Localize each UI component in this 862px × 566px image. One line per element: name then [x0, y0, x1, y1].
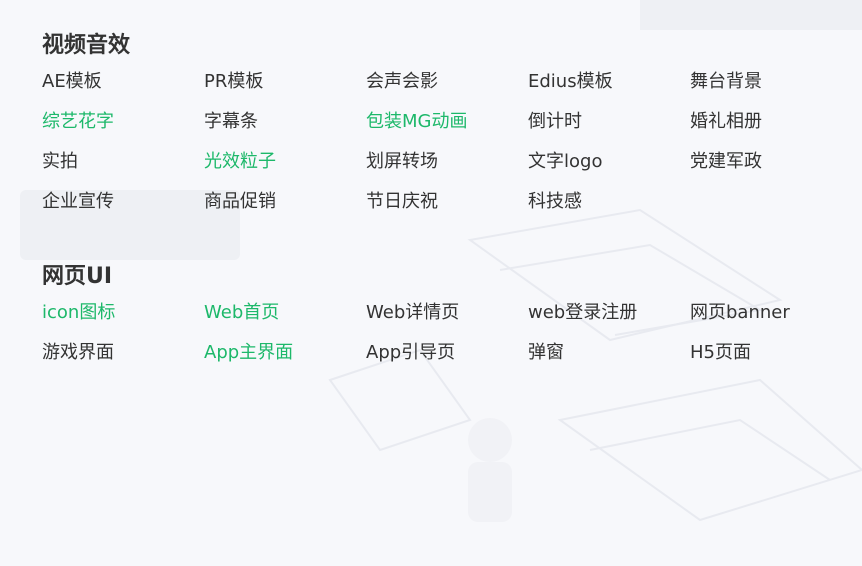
category-link[interactable]: 实拍 [42, 150, 204, 190]
category-link[interactable]: 党建军政 [690, 150, 852, 190]
category-link[interactable]: 包装MG动画 [366, 110, 528, 150]
category-menu-panel: 视频音效 AE模板 PR模板 会声会影 Edius模板 舞台背景综艺花字 字幕条 包装MG动… [0, 0, 862, 566]
category-link[interactable]: 光效粒子 [204, 150, 366, 190]
category-link[interactable]: Web详情页 [366, 301, 528, 341]
category-link[interactable]: Edius模板 [528, 70, 690, 110]
category-link[interactable]: 节日庆祝 [366, 190, 528, 230]
section-title-web-ui: 网页UI [42, 264, 113, 289]
category-link[interactable]: 划屏转场 [366, 150, 528, 190]
category-link[interactable]: Web首页 [204, 301, 366, 341]
section-web-ui: 网页UI icon图标 Web首页 Web详情页 web登录注册 网页banner 游戏界… [42, 261, 852, 381]
category-link[interactable]: 字幕条 [204, 110, 366, 150]
category-link[interactable]: 会声会影 [366, 70, 528, 110]
category-grid-video-audio: AE模板 PR模板 会声会影 Edius模板 舞台背景综艺花字 字幕条 包装MG动画 倒计时婚… [42, 70, 852, 230]
category-link[interactable]: 网页banner [690, 301, 852, 341]
section-video-audio: 视频音效 AE模板 PR模板 会声会影 Edius模板 舞台背景综艺花字 字幕条 包装MG动… [42, 30, 852, 230]
category-link[interactable]: 游戏界面 [42, 341, 204, 381]
category-link[interactable]: App引导页 [366, 341, 528, 381]
category-link[interactable]: 科技感 [528, 190, 690, 230]
category-link[interactable]: 文字logo [528, 150, 690, 190]
category-link[interactable]: 倒计时 [528, 110, 690, 150]
category-link[interactable]: 舞台背景 [690, 70, 852, 110]
category-link[interactable]: 企业宣传 [42, 190, 204, 230]
category-link[interactable]: App主界面 [204, 341, 366, 381]
category-link[interactable]: 商品促销 [204, 190, 366, 230]
category-link[interactable]: H5页面 [690, 341, 852, 381]
category-link[interactable]: web登录注册 [528, 301, 690, 341]
section-title-video-audio: 视频音效 [42, 33, 131, 58]
category-link[interactable]: icon图标 [42, 301, 204, 341]
category-link[interactable]: PR模板 [204, 70, 366, 110]
category-link[interactable]: 婚礼相册 [690, 110, 852, 150]
category-grid-web-ui: icon图标 Web首页 Web详情页 web登录注册 网页banner 游戏界面 App主… [42, 301, 852, 381]
category-link[interactable]: AE模板 [42, 70, 204, 110]
category-link[interactable]: 弹窗 [528, 341, 690, 381]
category-link[interactable]: 综艺花字 [42, 110, 204, 150]
